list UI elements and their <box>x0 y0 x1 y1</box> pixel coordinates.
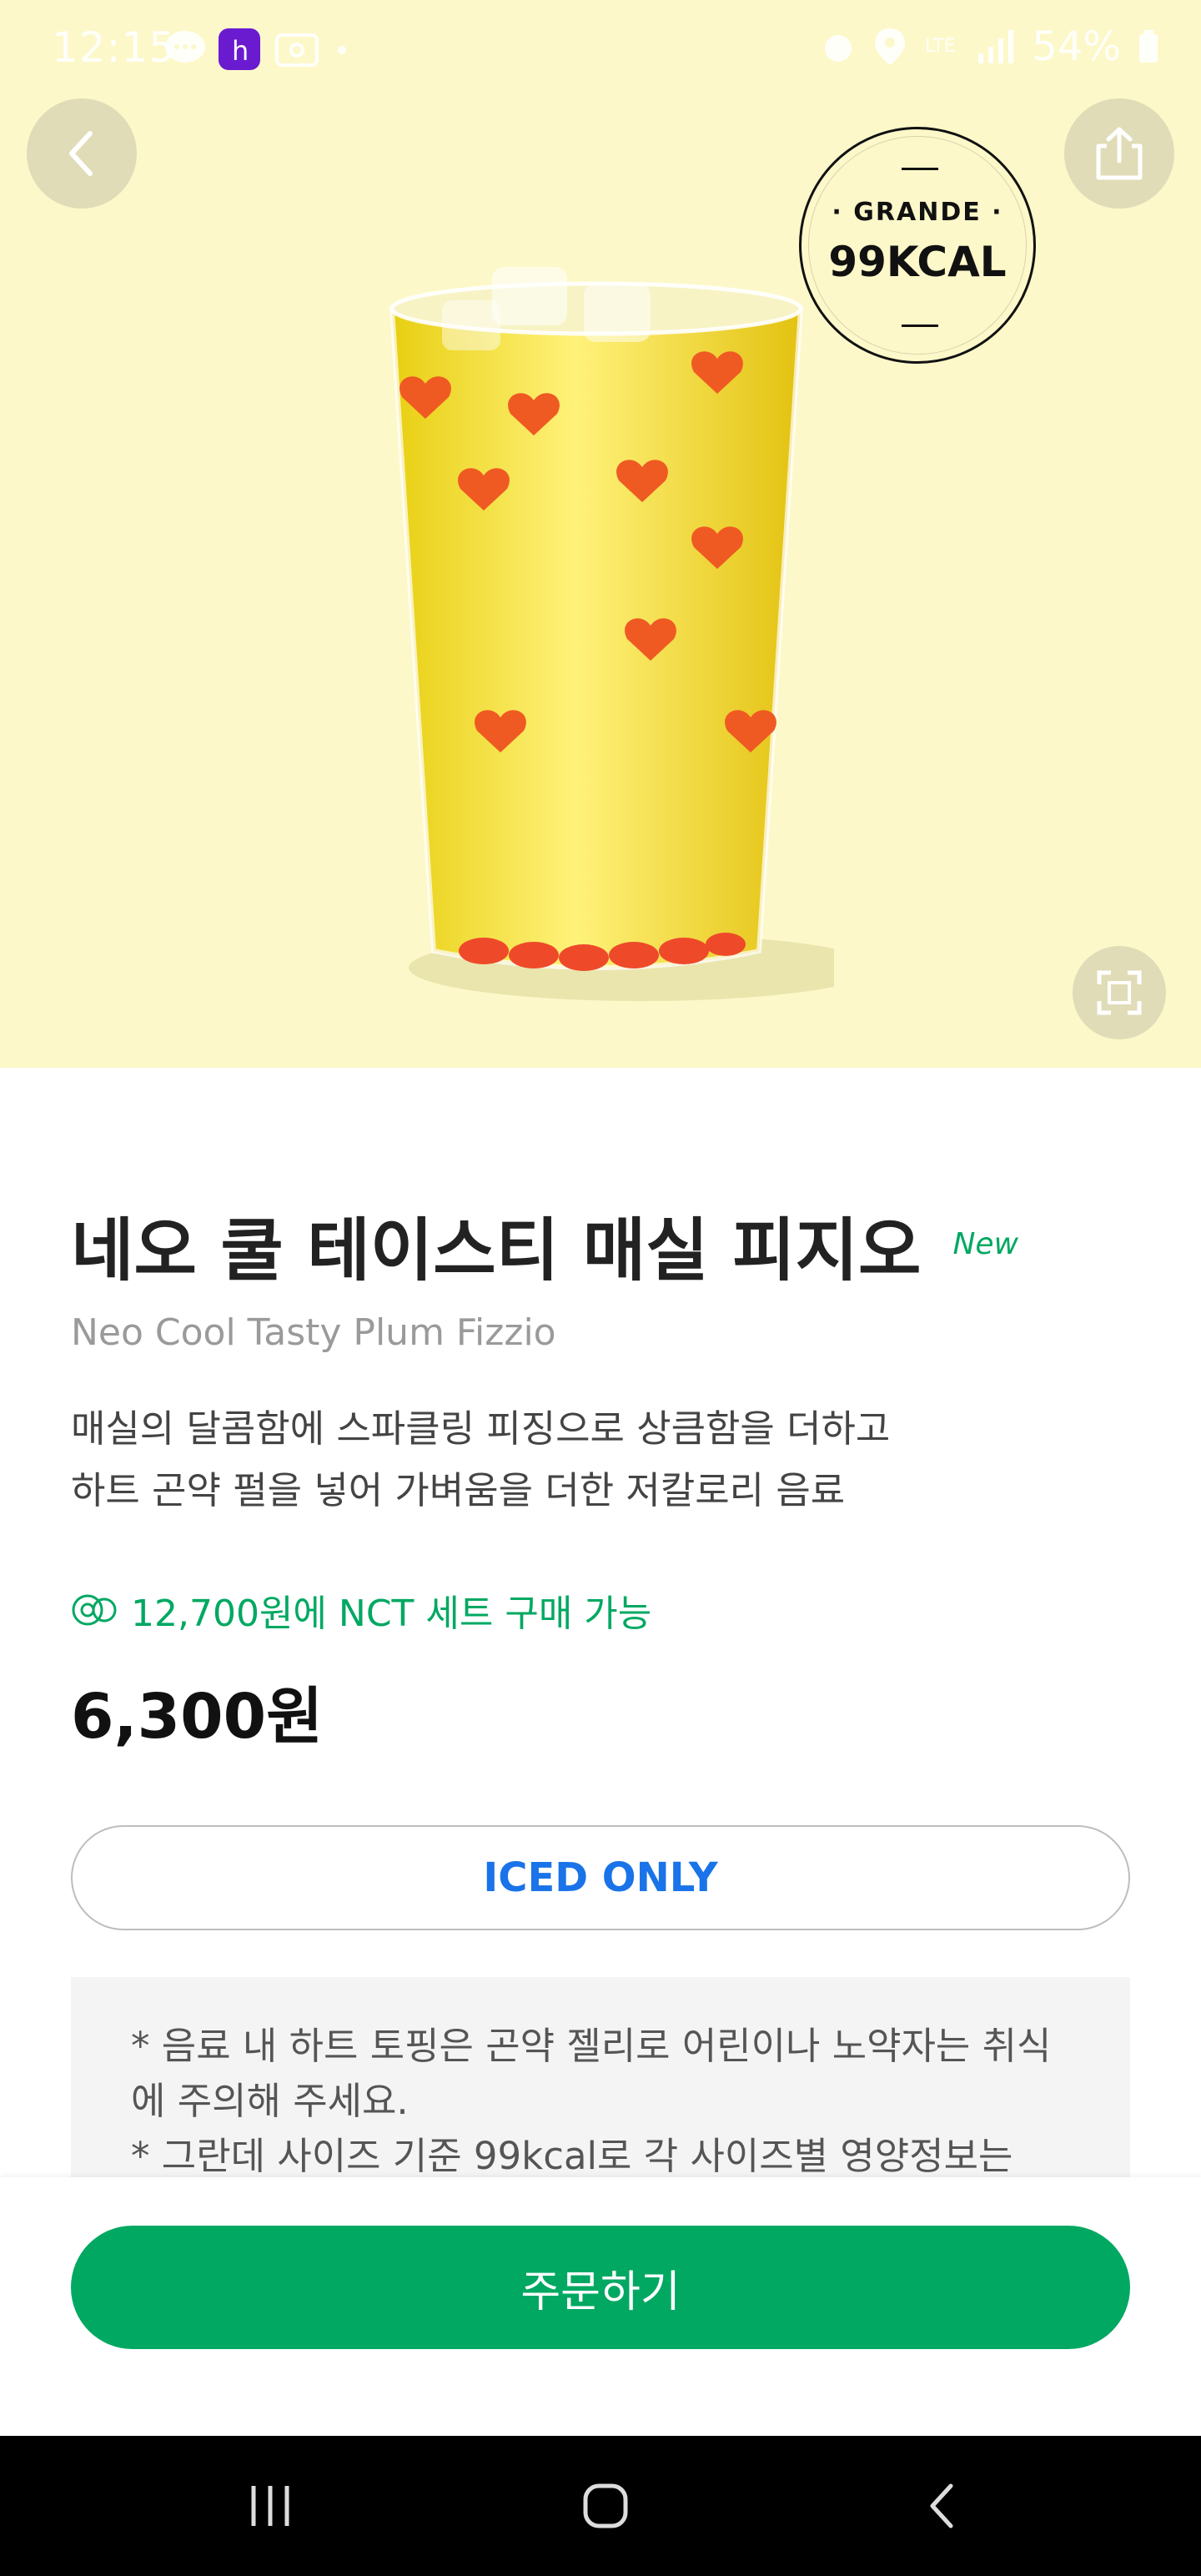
alarm-icon <box>825 35 852 62</box>
home-button[interactable] <box>575 2476 636 2536</box>
title-row: 네오 쿨 테이스티 매실 피지오 New <box>71 1211 1019 1291</box>
signal-icon <box>978 30 1014 63</box>
order-bar: 주문하기 <box>0 2177 1201 2436</box>
kcal-line-bottom <box>902 325 938 327</box>
product-hero: 12:15 h LTE 54% · GRANDE · 99KCAL <box>0 0 1201 1068</box>
zoom-icon <box>1097 970 1142 1015</box>
system-nav-bar <box>0 2436 1201 2576</box>
kcal-value: 99KCAL <box>828 238 1007 286</box>
recent-apps-button[interactable] <box>240 2476 300 2536</box>
recent-apps-icon <box>251 2486 289 2526</box>
location-icon <box>875 28 906 65</box>
battery-icon <box>1139 30 1158 63</box>
home-icon <box>583 2483 628 2528</box>
nav-back-button[interactable] <box>912 2476 972 2536</box>
media-icon <box>275 33 319 67</box>
svg-text:LTE: LTE <box>925 36 956 57</box>
share-button[interactable] <box>1064 98 1174 209</box>
kcal-badge: · GRANDE · 99KCAL <box>799 127 1036 364</box>
drink-image <box>389 267 834 1001</box>
kcal-line-top <box>902 168 938 170</box>
notice-line: * 음료 내 하트 토핑은 곤약 젤리로 어린이나 노약자는 취식에 주의해 주… <box>131 2024 1052 2123</box>
notice-box: * 음료 내 하트 토핑은 곤약 젤리로 어린이나 노약자는 취식에 주의해 주… <box>71 1977 1130 2194</box>
back-icon <box>69 131 93 176</box>
product-subtitle: Neo Cool Tasty Plum Fizzio <box>71 1311 556 1354</box>
notice-line: * 그란데 사이즈 기준 99kcal로 각 사이즈별 영양정보는 <box>131 2134 1013 2178</box>
product-price: 6,300원 <box>71 1681 324 1753</box>
new-badge: New <box>952 1227 1019 1261</box>
nav-back-icon <box>930 2483 953 2528</box>
order-button[interactable]: 주문하기 <box>71 2226 1130 2349</box>
iced-only-button[interactable]: ICED ONLY <box>71 1825 1130 1930</box>
app-h-icon: h <box>219 28 260 70</box>
svg-text:h: h <box>232 35 249 67</box>
status-time: 12:15 <box>52 23 177 72</box>
back-button[interactable] <box>27 98 137 209</box>
set-offer-icon <box>72 1594 117 1626</box>
status-bar: 12:15 h LTE 54% <box>0 0 1201 105</box>
set-offer-text: 12,700원에 NCT 세트 구매 가능 <box>131 1592 652 1635</box>
status-right: LTE 54% <box>820 23 1159 70</box>
battery-percent: 54% <box>1032 23 1121 70</box>
zoom-button[interactable] <box>1073 946 1166 1039</box>
dot-icon <box>338 46 346 54</box>
set-offer[interactable]: 12,700원에 NCT 세트 구매 가능 <box>71 1583 651 1637</box>
message-icon <box>165 31 205 63</box>
lte-icon: LTE <box>925 36 956 57</box>
product-description: 매실의 달콤함에 스파클링 피징으로 상큼함을 더하고 하트 곤약 펄을 넣어 … <box>71 1406 891 1512</box>
product-title: 네오 쿨 테이스티 매실 피지오 <box>71 1211 922 1291</box>
share-icon <box>1096 127 1143 180</box>
kcal-size: · GRANDE · <box>832 198 1003 227</box>
